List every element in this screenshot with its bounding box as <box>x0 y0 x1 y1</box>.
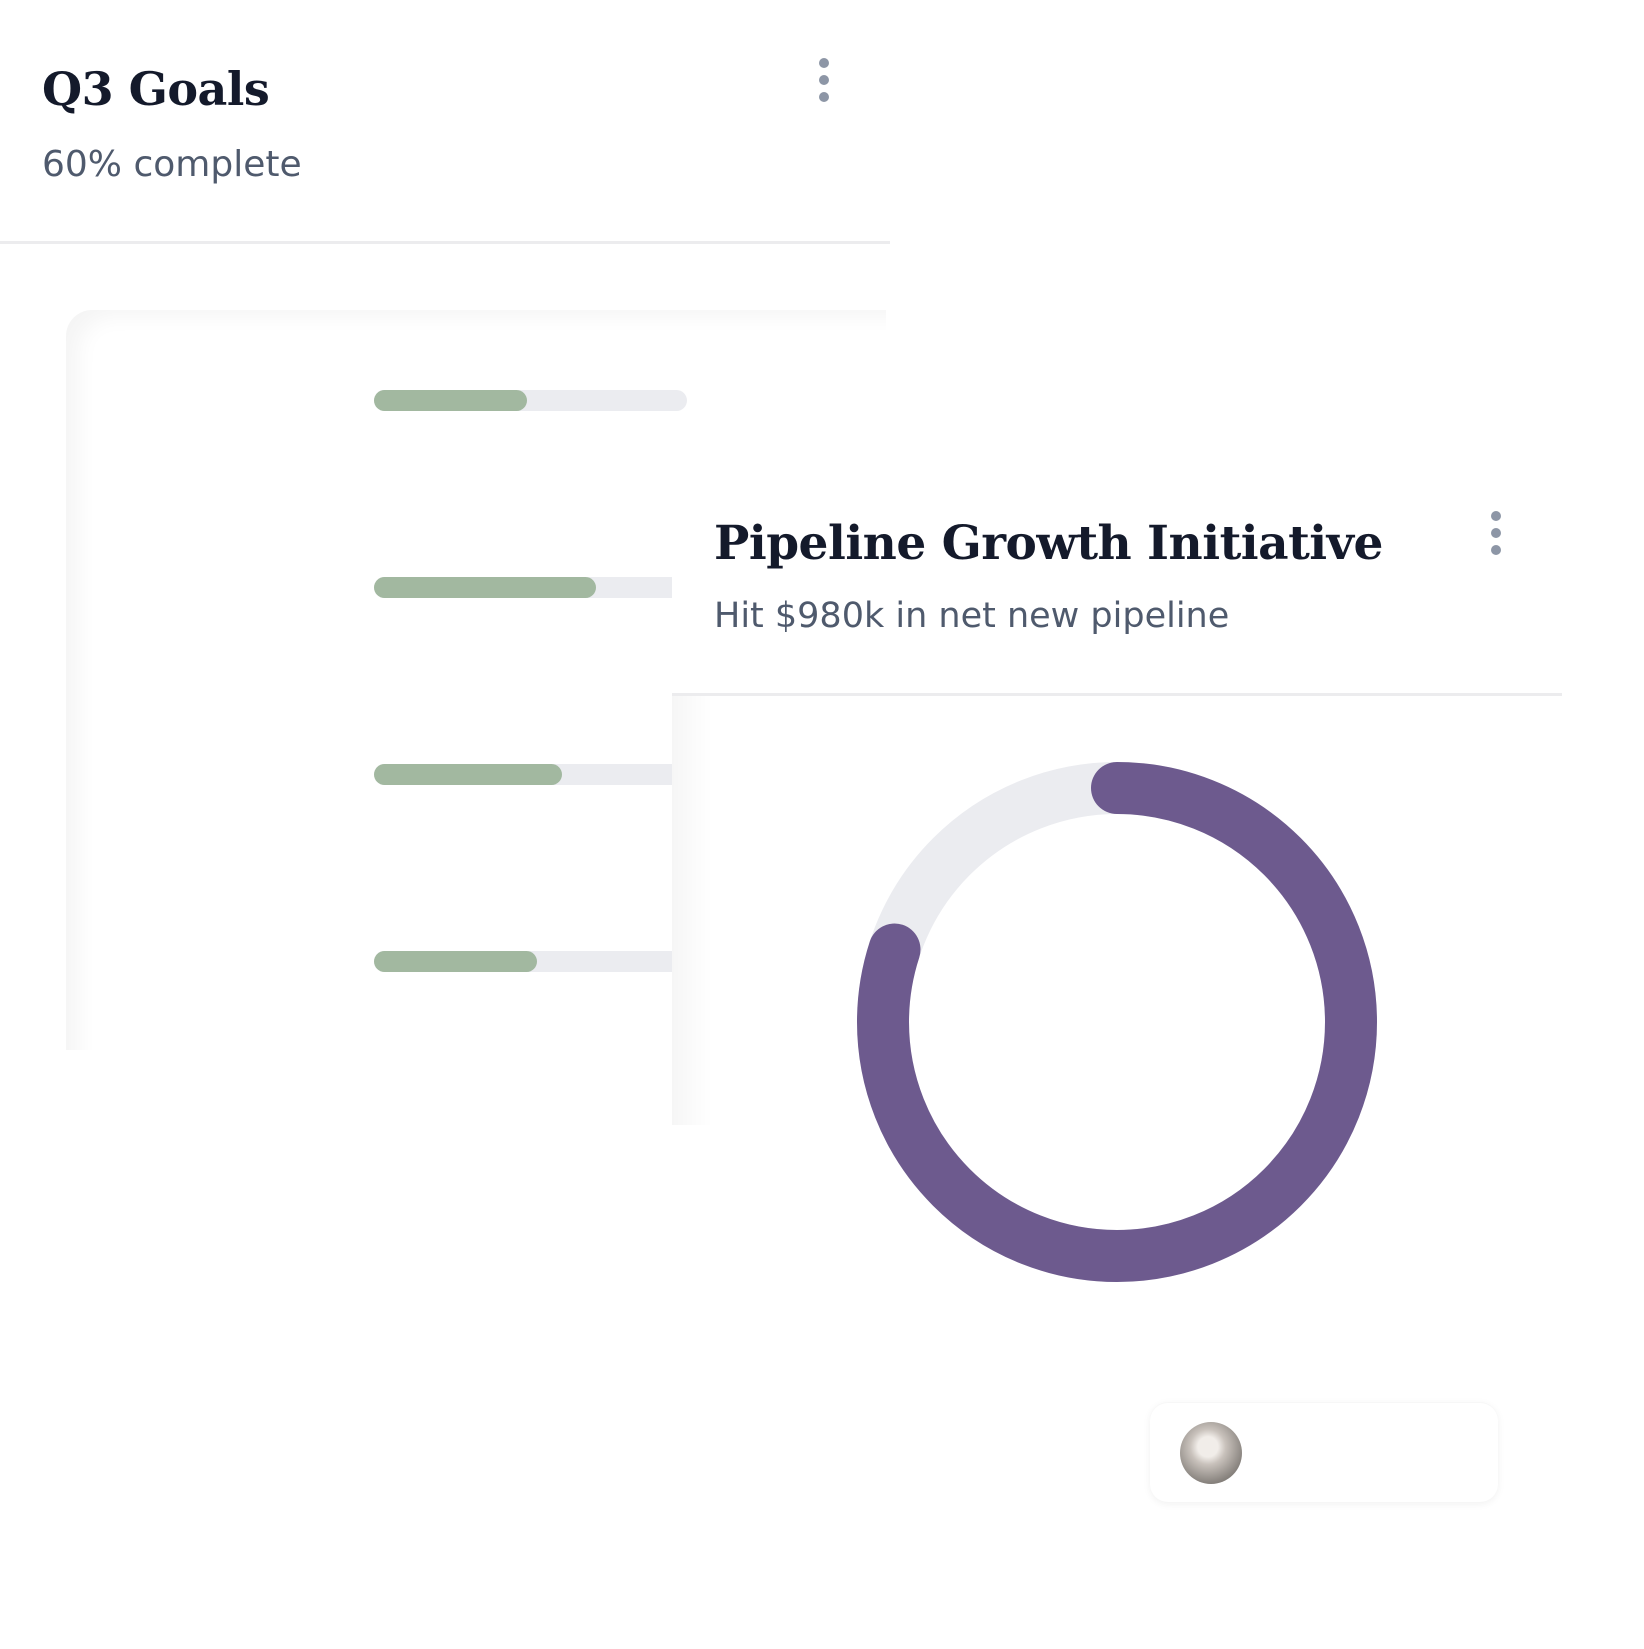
more-options-icon[interactable] <box>816 58 829 104</box>
card-title: Pipeline Growth Initiative <box>714 516 1383 571</box>
more-options-icon[interactable] <box>1488 511 1501 557</box>
completion-status: 60% complete <box>42 144 302 185</box>
progress-fill <box>374 577 596 598</box>
progress-fill <box>374 764 562 785</box>
divider <box>0 241 890 244</box>
owner-chip[interactable] <box>1150 1402 1498 1502</box>
pipeline-growth-card[interactable]: Pipeline Growth Initiative Hit $980k in … <box>672 480 1562 1649</box>
avatar[interactable] <box>1180 1422 1242 1484</box>
goal-description: Hit $980k in net new pipeline <box>714 596 1230 636</box>
card-title: Q3 Goals <box>42 62 270 116</box>
progress-fill <box>374 951 537 972</box>
progress-fill <box>374 390 527 411</box>
divider <box>672 693 1562 696</box>
progress-donut <box>857 762 1377 1282</box>
